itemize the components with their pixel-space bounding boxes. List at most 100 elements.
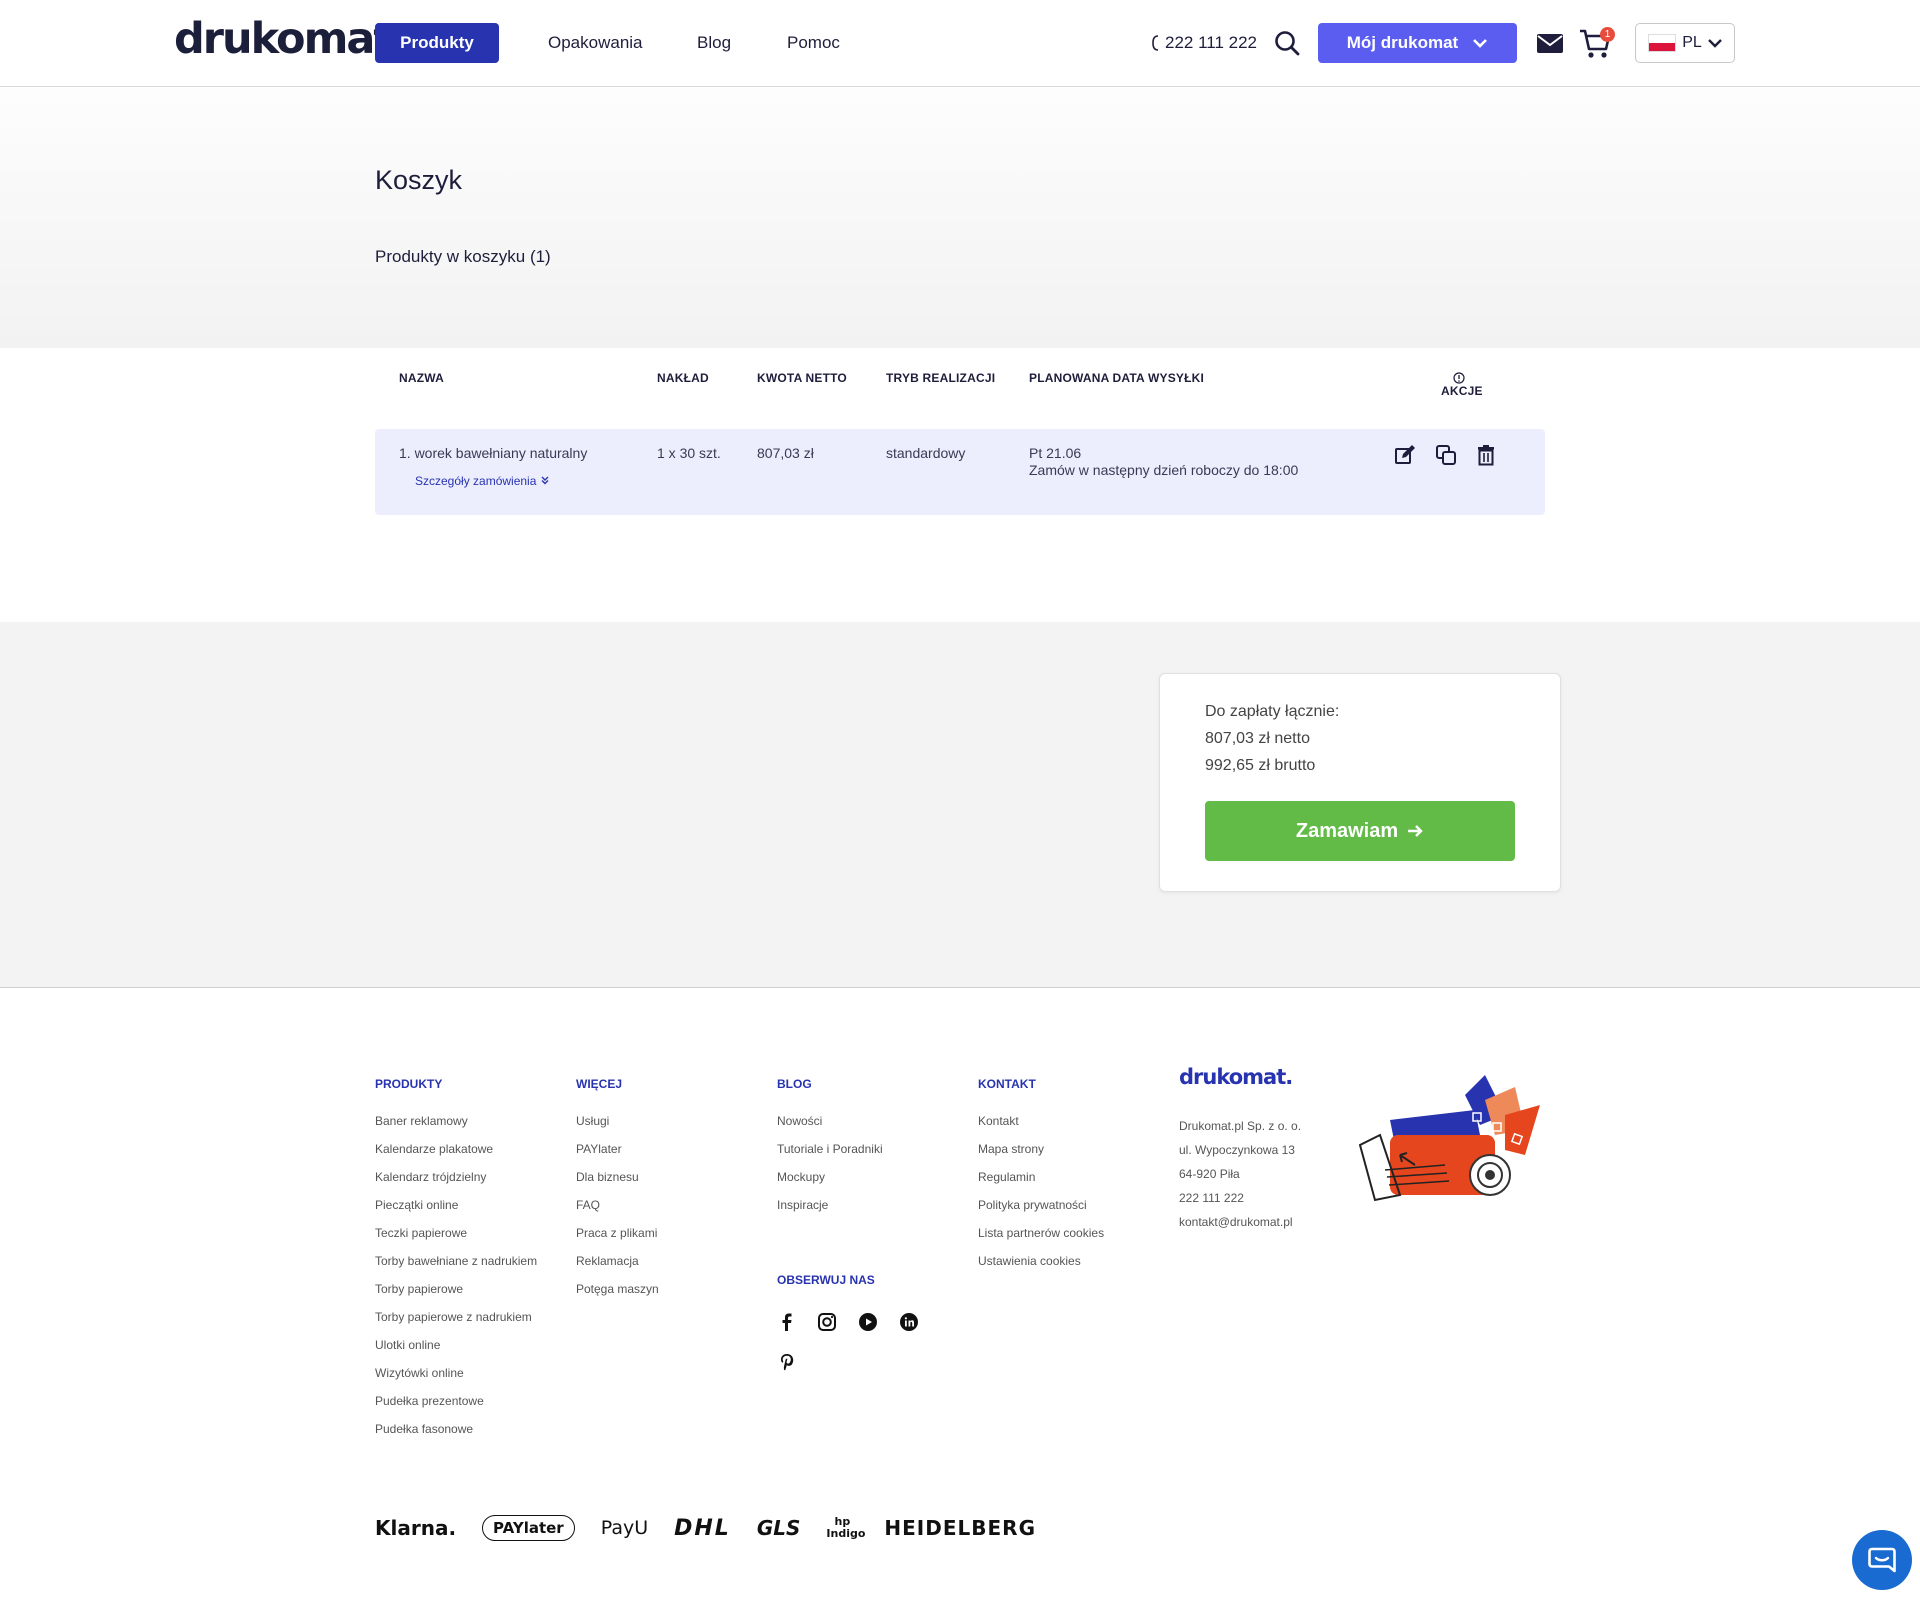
footer-link[interactable]: Kontakt [978, 1114, 1104, 1142]
instagram-icon[interactable] [817, 1312, 837, 1332]
payu-logo: PayU [600, 1517, 649, 1539]
footer-link[interactable]: FAQ [576, 1198, 659, 1226]
footer-link[interactable]: Dla biznesu [576, 1170, 659, 1198]
chevron-down-icon [1473, 39, 1488, 48]
trash-icon[interactable] [1475, 444, 1497, 466]
footer-company-address: Drukomat.pl Sp. z o. o. ul. Wypoczynkowa… [1179, 1114, 1301, 1234]
footer-link[interactable]: Torby papierowe [375, 1282, 537, 1310]
mail-icon[interactable] [1536, 32, 1564, 54]
footer-link[interactable]: Reklamacja [576, 1254, 659, 1282]
footer-contact-list: Kontakt Mapa strony Regulamin Polityka p… [978, 1114, 1104, 1282]
ship-date-note: Zamów w następny dzień roboczy do 18:00 [1029, 462, 1299, 478]
footer-products-list: Baner reklamowy Kalendarze plakatowe Kal… [375, 1114, 537, 1450]
duplicate-icon[interactable] [1435, 444, 1457, 466]
footer-logo[interactable]: drukomat. [1179, 1065, 1293, 1089]
my-account-button[interactable]: Mój drukomat [1318, 23, 1517, 63]
cart-products-count: Produkty w koszyku (1) [375, 247, 551, 266]
poland-flag-icon [1648, 34, 1677, 52]
footer-more-title: WIĘCEJ [576, 1077, 623, 1091]
footer-link[interactable]: Kalendarz trójdzielny [375, 1170, 537, 1198]
col-header-net: KWOTA NETTO [757, 371, 847, 385]
heidelberg-logo: HEIDELBERG [884, 1516, 1036, 1540]
chat-button[interactable] [1852, 1530, 1912, 1590]
footer-more-list: Usługi PAYlater Dla biznesu FAQ Praca z … [576, 1114, 659, 1310]
company-email[interactable]: kontakt@drukomat.pl [1179, 1210, 1301, 1234]
ship-date: Pt 21.06 [1029, 445, 1082, 461]
phone-number: 222 111 222 [1165, 33, 1258, 52]
company-phone[interactable]: 222 111 222 [1179, 1186, 1301, 1210]
footer-link[interactable]: Mapa strony [978, 1142, 1104, 1170]
footer-link[interactable]: Torby bawełniane z nadrukiem [375, 1254, 537, 1282]
product-mode: standardowy [886, 445, 966, 461]
footer-link[interactable]: Tutoriale i Poradniki [777, 1142, 883, 1170]
phone-icon [1152, 35, 1159, 51]
footer-link[interactable]: Inspiracje [777, 1198, 883, 1226]
footer-link[interactable]: Usługi [576, 1114, 659, 1142]
col-header-name: NAZWA [399, 371, 444, 385]
footer-link[interactable]: Regulamin [978, 1170, 1104, 1198]
nav-opakowania[interactable]: Opakowania [548, 33, 643, 53]
phone-link[interactable]: 222 111 222 [1151, 33, 1257, 53]
footer-link[interactable]: Praca z plikami [576, 1226, 659, 1254]
table-row [375, 429, 1545, 515]
footer-blog-title: BLOG [777, 1077, 812, 1091]
col-header-quantity: NAKŁAD [657, 371, 709, 385]
footer-link[interactable]: Nowości [777, 1114, 883, 1142]
footer-link[interactable]: Lista partnerów cookies [978, 1226, 1104, 1254]
chevron-down-icon [1707, 38, 1722, 48]
printing-illustration [1358, 1075, 1540, 1202]
dhl-logo: DHL [674, 1515, 731, 1541]
info-icon[interactable] [1453, 372, 1465, 384]
footer-contact-title: KONTAKT [978, 1077, 1036, 1091]
footer-link[interactable]: Wizytówki online [375, 1366, 537, 1394]
klarna-logo: Klarna. [375, 1516, 457, 1540]
language-label: PL [1682, 34, 1702, 51]
total-label: Do zapłaty łącznie: [1205, 703, 1340, 720]
footer-link[interactable]: Pudełka fasonowe [375, 1422, 537, 1450]
footer-link[interactable]: Ustawienia cookies [978, 1254, 1104, 1282]
col-header-actions: AKCJE [1441, 384, 1483, 398]
nav-blog[interactable]: Blog [697, 33, 731, 53]
company-street: ul. Wypoczynkowa 13 [1179, 1143, 1295, 1157]
logo[interactable]: drukomat. [174, 14, 408, 64]
col-header-mode: TRYB REALIZACJI [886, 371, 996, 385]
total-net: 807,03 zł netto [1205, 730, 1310, 747]
order-details-link[interactable]: Szczegóły zamówienia [415, 474, 550, 488]
facebook-icon[interactable] [777, 1312, 797, 1332]
chat-icon [1868, 1547, 1896, 1573]
hp-indigo-logo: hp Indigo [826, 1515, 866, 1540]
language-selector[interactable]: PL [1635, 23, 1735, 63]
youtube-icon[interactable] [858, 1312, 878, 1332]
product-name: 1. worek bawełniany naturalny [399, 445, 588, 461]
footer-link[interactable]: PAYlater [576, 1142, 659, 1170]
nav-produkty[interactable]: Produkty [375, 23, 499, 63]
footer-link[interactable]: Polityka prywatności [978, 1198, 1104, 1226]
col-header-date: PLANOWANA DATA WYSYŁKI [1029, 371, 1205, 385]
search-icon[interactable] [1274, 30, 1300, 56]
linkedin-icon[interactable] [899, 1312, 919, 1332]
footer-link[interactable]: Torby papierowe z nadrukiem [375, 1310, 537, 1338]
footer-link[interactable]: Mockupy [777, 1170, 883, 1198]
gls-logo: GLS [756, 1516, 801, 1540]
footer-follow-title: OBSERWUJ NAS [777, 1273, 875, 1287]
partner-logos: Klarna. PAYlater PayU DHL GLS hp Indigo … [375, 1515, 1036, 1541]
footer-link[interactable]: Potęga maszyn [576, 1282, 659, 1310]
footer-link[interactable]: Kalendarze plakatowe [375, 1142, 537, 1170]
footer-link[interactable]: Pudełka prezentowe [375, 1394, 537, 1422]
footer-link[interactable]: Baner reklamowy [375, 1114, 537, 1142]
product-net-price: 807,03 zł [757, 445, 814, 461]
arrow-right-icon [1408, 825, 1423, 837]
total-gross: 992,65 zł brutto [1205, 757, 1316, 774]
order-button[interactable]: Zamawiam [1205, 801, 1515, 861]
footer-blog-list: Nowości Tutoriale i Poradniki Mockupy In… [777, 1114, 883, 1226]
paylater-logo: PAYlater [482, 1515, 575, 1541]
nav-pomoc[interactable]: Pomoc [787, 33, 840, 53]
product-quantity: 1 x 30 szt. [657, 445, 721, 461]
footer-link[interactable]: Teczki papierowe [375, 1226, 537, 1254]
footer-link[interactable]: Ulotki online [375, 1338, 537, 1366]
pinterest-icon[interactable] [777, 1352, 797, 1372]
footer-link[interactable]: Pieczątki online [375, 1198, 537, 1226]
edit-icon[interactable] [1394, 444, 1416, 466]
my-account-label: Mój drukomat [1346, 33, 1459, 52]
company-name: Drukomat.pl Sp. z o. o. [1179, 1119, 1302, 1133]
